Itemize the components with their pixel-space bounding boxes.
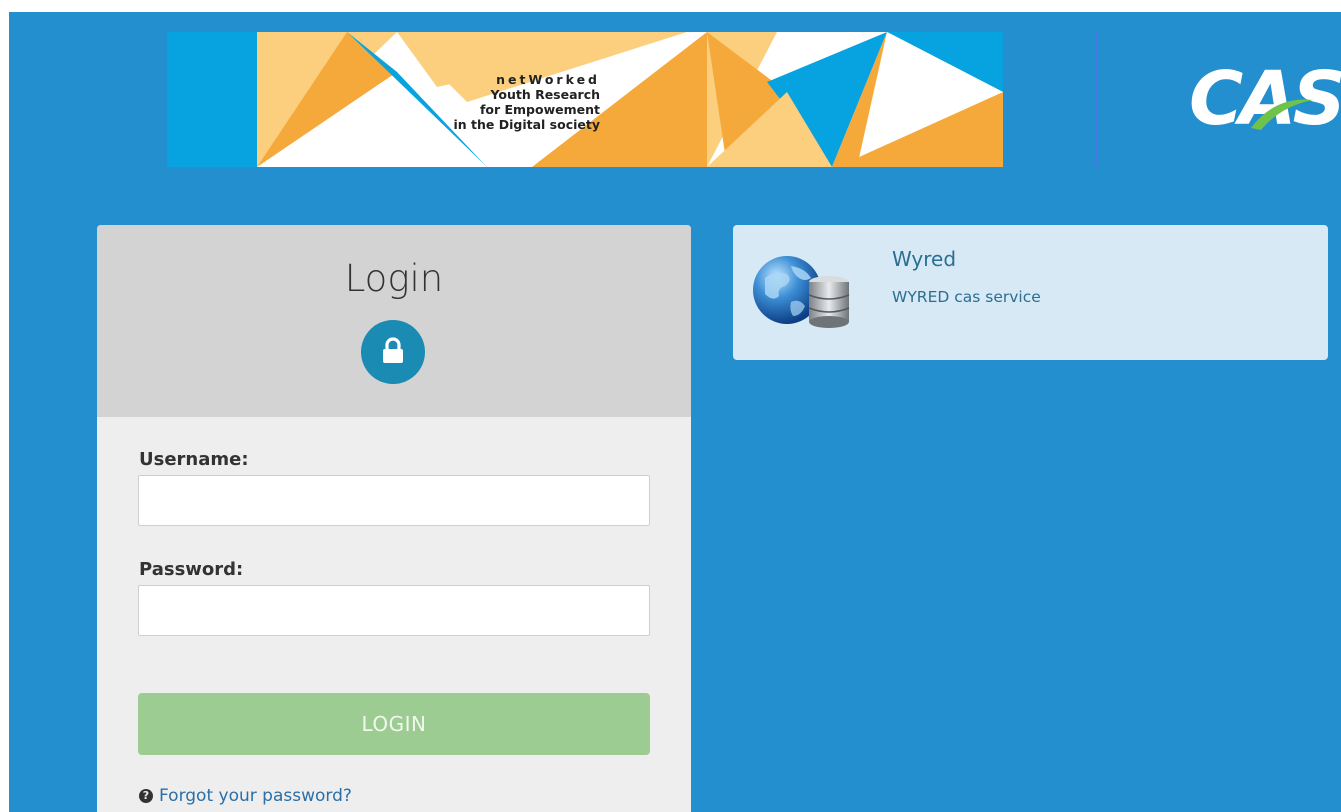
- banner-line-2: Youth Research: [490, 87, 600, 102]
- page-background: netWorked Youth Research for Empowement …: [9, 12, 1341, 812]
- login-panel: Login Username: Password: LOGIN ? Forgot…: [97, 225, 691, 812]
- login-button[interactable]: LOGIN: [138, 693, 650, 755]
- password-input[interactable]: [138, 585, 650, 636]
- banner-line-4: in the Digital society: [453, 117, 600, 132]
- header-banner: netWorked Youth Research for Empowement …: [69, 31, 1097, 168]
- globe-database-icon: [753, 256, 850, 328]
- lock-glyph-icon: [383, 337, 403, 363]
- forgot-password-link[interactable]: ? Forgot your password?: [139, 786, 352, 806]
- banner-tagline: netWorked Youth Research for Empowement …: [380, 72, 600, 132]
- banner-line-1: netWorked: [496, 72, 600, 87]
- service-name: Wyred: [892, 247, 957, 271]
- banner-line-3: for Empowement: [479, 102, 600, 117]
- password-label: Password:: [139, 559, 244, 580]
- login-header: Login: [97, 225, 691, 417]
- cas-logo-swoosh-icon: [1251, 99, 1313, 130]
- login-title: Login: [344, 257, 444, 300]
- username-input[interactable]: [138, 475, 650, 526]
- question-circle-icon: ?: [139, 789, 153, 803]
- cas-logo: CAS: [1189, 56, 1341, 152]
- username-label: Username:: [139, 449, 249, 470]
- service-description: WYRED cas service: [892, 288, 1041, 306]
- forgot-password-label: Forgot your password?: [159, 786, 352, 806]
- service-info-card: Wyred WYRED cas service: [733, 225, 1328, 360]
- lock-icon: [361, 320, 425, 384]
